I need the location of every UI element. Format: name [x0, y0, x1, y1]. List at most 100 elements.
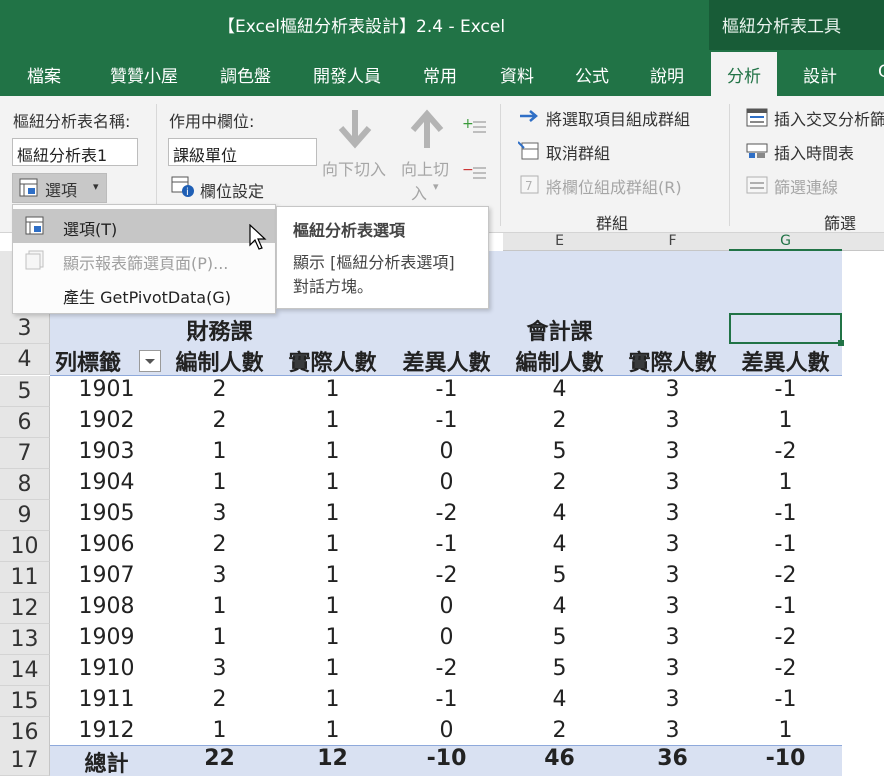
value-cell[interactable]: -2 [390, 501, 503, 526]
row-label-cell[interactable]: 1907 [50, 563, 163, 588]
value-cell[interactable]: -2 [729, 439, 842, 464]
value-cell[interactable]: 3 [163, 563, 276, 588]
value-cell[interactable]: -1 [729, 687, 842, 712]
value-cell[interactable]: 1 [729, 470, 842, 495]
value-cell[interactable]: -1 [729, 377, 842, 402]
value-cell[interactable]: 5 [503, 625, 616, 650]
row-label-cell[interactable]: 1911 [50, 687, 163, 712]
row-label-cell[interactable]: 1910 [50, 656, 163, 681]
value-cell[interactable]: 4 [503, 532, 616, 557]
value-cell[interactable]: 3 [616, 687, 729, 712]
drill-down-button[interactable]: 向下切入 [322, 156, 386, 180]
value-cell[interactable]: -1 [390, 408, 503, 433]
value-cell[interactable]: -1 [390, 377, 503, 402]
row-label-cell[interactable]: 1903 [50, 439, 163, 464]
value-cell[interactable]: 0 [390, 594, 503, 619]
row-header[interactable]: 15 [0, 686, 50, 717]
value-cell[interactable]: 3 [616, 563, 729, 588]
value-cell[interactable]: 5 [503, 563, 616, 588]
value-cell[interactable]: 1 [163, 470, 276, 495]
value-cell[interactable]: 2 [163, 687, 276, 712]
value-cell[interactable]: 3 [616, 594, 729, 619]
row-header[interactable]: 9 [0, 500, 50, 531]
value-cell[interactable]: 3 [616, 408, 729, 433]
value-header[interactable]: 實際人數 [616, 345, 729, 377]
value-cell[interactable]: 3 [616, 532, 729, 557]
value-cell[interactable]: 3 [616, 625, 729, 650]
value-cell[interactable]: 4 [503, 594, 616, 619]
value-cell[interactable]: 3 [616, 439, 729, 464]
value-cell[interactable]: -2 [729, 656, 842, 681]
active-field-input[interactable]: 課級單位 [168, 138, 317, 166]
tab-palette[interactable]: 調色盤 [220, 62, 271, 87]
value-cell[interactable]: 3 [616, 501, 729, 526]
value-cell[interactable]: 5 [503, 439, 616, 464]
collapse-field-icon[interactable]: − [462, 162, 488, 186]
value-cell[interactable]: 2 [503, 470, 616, 495]
value-header[interactable]: 編制人數 [503, 345, 616, 377]
value-cell[interactable]: 3 [616, 718, 729, 743]
grand-total-cell[interactable]: -10 [729, 746, 842, 771]
row-header[interactable]: 13 [0, 624, 50, 655]
row-label-cell[interactable]: 1905 [50, 501, 163, 526]
value-cell[interactable]: 1 [163, 625, 276, 650]
value-header[interactable]: 差異人數 [390, 345, 503, 377]
value-header[interactable]: 差異人數 [729, 345, 842, 377]
value-cell[interactable]: 0 [390, 439, 503, 464]
tab-tell-me[interactable]: Q [878, 62, 884, 82]
grand-total-cell[interactable]: 22 [163, 746, 276, 771]
tab-developer[interactable]: 開發人員 [313, 62, 381, 87]
tab-analyze[interactable]: 分析 [711, 52, 777, 96]
group-field-button[interactable]: 將欄位組成群組(R) [546, 174, 682, 198]
row-header[interactable]: 14 [0, 655, 50, 686]
drill-up-button-line1[interactable]: 向上切 [401, 156, 449, 180]
value-cell[interactable]: -1 [390, 532, 503, 557]
value-cell[interactable]: 1 [163, 439, 276, 464]
value-cell[interactable]: 0 [390, 625, 503, 650]
grand-total-cell[interactable]: 12 [276, 746, 389, 771]
value-cell[interactable]: 1 [276, 408, 389, 433]
column-header-f[interactable]: F [616, 233, 729, 251]
options-button[interactable]: 選項 ▾ [12, 173, 107, 203]
tab-design[interactable]: 設計 [803, 62, 837, 87]
group-header-finance[interactable]: 財務課 [163, 314, 276, 346]
value-cell[interactable]: 5 [503, 656, 616, 681]
expand-field-icon[interactable]: + [462, 116, 488, 140]
selected-cell[interactable] [729, 313, 842, 344]
value-header[interactable]: 編制人數 [163, 345, 276, 377]
drill-up-button-line2[interactable]: 入 [411, 180, 427, 204]
group-header-accounting[interactable]: 會計課 [503, 314, 616, 346]
pivot-name-input[interactable]: 樞紐分析表1 [12, 138, 138, 166]
value-cell[interactable]: -2 [390, 563, 503, 588]
value-cell[interactable]: -2 [729, 563, 842, 588]
value-cell[interactable]: 4 [503, 501, 616, 526]
value-cell[interactable]: 1 [276, 687, 389, 712]
tab-home[interactable]: 常用 [423, 62, 457, 87]
row-header[interactable]: 7 [0, 438, 50, 469]
value-cell[interactable]: 1 [276, 470, 389, 495]
row-header[interactable]: 16 [0, 717, 50, 748]
grand-total-cell[interactable]: -10 [390, 746, 503, 771]
row-header[interactable]: 8 [0, 469, 50, 500]
value-cell[interactable]: 3 [616, 470, 729, 495]
group-selection-button[interactable]: 將選取項目組成群組 [546, 106, 690, 130]
menu-item-options[interactable]: 選項(T) [13, 209, 275, 243]
insert-slicer-button[interactable]: 插入交叉分析篩 [774, 106, 884, 130]
row-header-4[interactable]: 4 [0, 344, 50, 375]
value-cell[interactable]: 1 [163, 594, 276, 619]
row-label-cell[interactable]: 1908 [50, 594, 163, 619]
value-cell[interactable]: 3 [163, 656, 276, 681]
row-label-cell[interactable]: 1909 [50, 625, 163, 650]
row-header[interactable]: 10 [0, 531, 50, 562]
value-cell[interactable]: -1 [729, 532, 842, 557]
value-cell[interactable]: 2 [163, 377, 276, 402]
grand-total-label[interactable]: 總計 [50, 746, 163, 778]
menu-item-getpivotdata[interactable]: 產生 GetPivotData(G) [13, 277, 275, 311]
column-header-g[interactable]: G [729, 233, 842, 251]
tab-file[interactable]: 檔案 [27, 62, 61, 87]
filter-dropdown-button[interactable] [139, 350, 161, 372]
row-header-3[interactable]: 3 [0, 313, 50, 344]
value-cell[interactable]: 1 [276, 594, 389, 619]
value-cell[interactable]: -1 [390, 687, 503, 712]
value-cell[interactable]: 0 [390, 470, 503, 495]
